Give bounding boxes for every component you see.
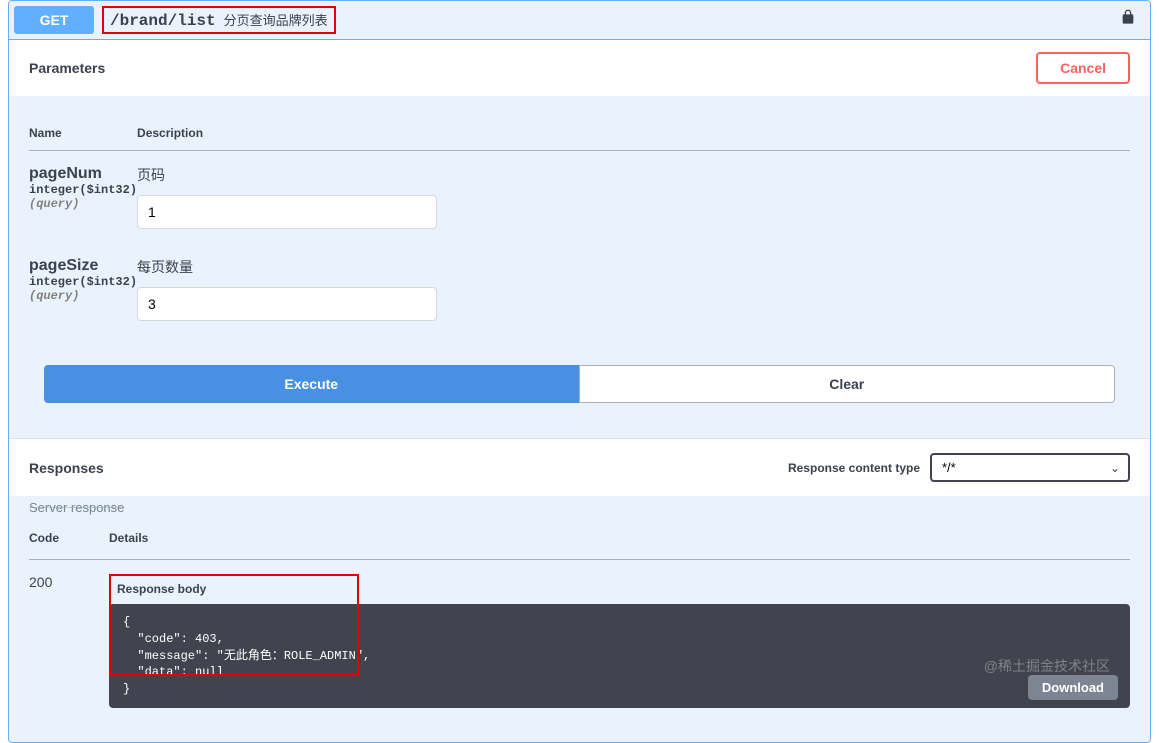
param-name: pageSize xyxy=(29,257,137,275)
response-code-block: { "code": 403, "message": "无此角色：ROLE_ADM… xyxy=(109,604,1130,708)
param-type: integer($int32) xyxy=(29,275,137,289)
parameters-header: Parameters Cancel xyxy=(9,40,1150,96)
col-header-details: Details xyxy=(109,517,1130,560)
param-description: 页码 xyxy=(137,165,1130,185)
param-input-pagesize[interactable] xyxy=(137,287,437,321)
lock-icon[interactable] xyxy=(1120,9,1136,30)
path-text: /brand/list xyxy=(110,12,216,30)
content-type-wrap: Response content type */* ⌄ xyxy=(788,453,1130,482)
col-header-description: Description xyxy=(137,116,1130,151)
col-header-name: Name xyxy=(29,116,137,151)
parameters-title: Parameters xyxy=(29,60,105,76)
server-response-label: Server response xyxy=(29,494,1130,515)
responses-title: Responses xyxy=(29,460,104,476)
responses-header: Responses Response content type */* ⌄ xyxy=(9,438,1150,496)
param-type: integer($int32) xyxy=(29,183,137,197)
parameters-body: Name Description pageNum integer($int32)… xyxy=(9,96,1150,438)
clear-button[interactable]: Clear xyxy=(579,365,1116,403)
response-body-section: Server response Code Details 200 Respons… xyxy=(9,496,1150,742)
response-code: 200 xyxy=(29,560,109,722)
content-type-select[interactable]: */* xyxy=(930,453,1130,482)
path-highlight: /brand/list 分页查询品牌列表 xyxy=(102,6,336,34)
http-method-badge: GET xyxy=(14,6,94,34)
action-row: Execute Clear xyxy=(29,335,1130,418)
operation-block: GET /brand/list 分页查询品牌列表 Parameters Canc… xyxy=(8,0,1151,743)
execute-button[interactable]: Execute xyxy=(44,365,579,403)
col-header-code: Code xyxy=(29,517,109,560)
operation-summary[interactable]: GET /brand/list 分页查询品牌列表 xyxy=(9,1,1150,40)
cancel-button[interactable]: Cancel xyxy=(1036,52,1130,84)
response-body-label: Response body xyxy=(109,574,1130,604)
param-description: 每页数量 xyxy=(137,257,1130,277)
param-input-pagenum[interactable] xyxy=(137,195,437,229)
response-row: 200 Response body { "code": 403, "messag… xyxy=(29,560,1130,722)
param-in: (query) xyxy=(29,197,137,211)
watermark-text: @稀土掘金技术社区 xyxy=(984,656,1110,676)
content-type-label: Response content type xyxy=(788,461,920,475)
param-in: (query) xyxy=(29,289,137,303)
download-button[interactable]: Download xyxy=(1028,675,1118,700)
param-name: pageNum xyxy=(29,165,137,183)
param-row: pageNum integer($int32) (query) 页码 xyxy=(29,151,1130,244)
responses-table: Code Details 200 Response body { "code":… xyxy=(29,517,1130,722)
parameters-table: Name Description pageNum integer($int32)… xyxy=(29,116,1130,335)
path-description: 分页查询品牌列表 xyxy=(224,10,328,29)
param-row: pageSize integer($int32) (query) 每页数量 xyxy=(29,243,1130,335)
